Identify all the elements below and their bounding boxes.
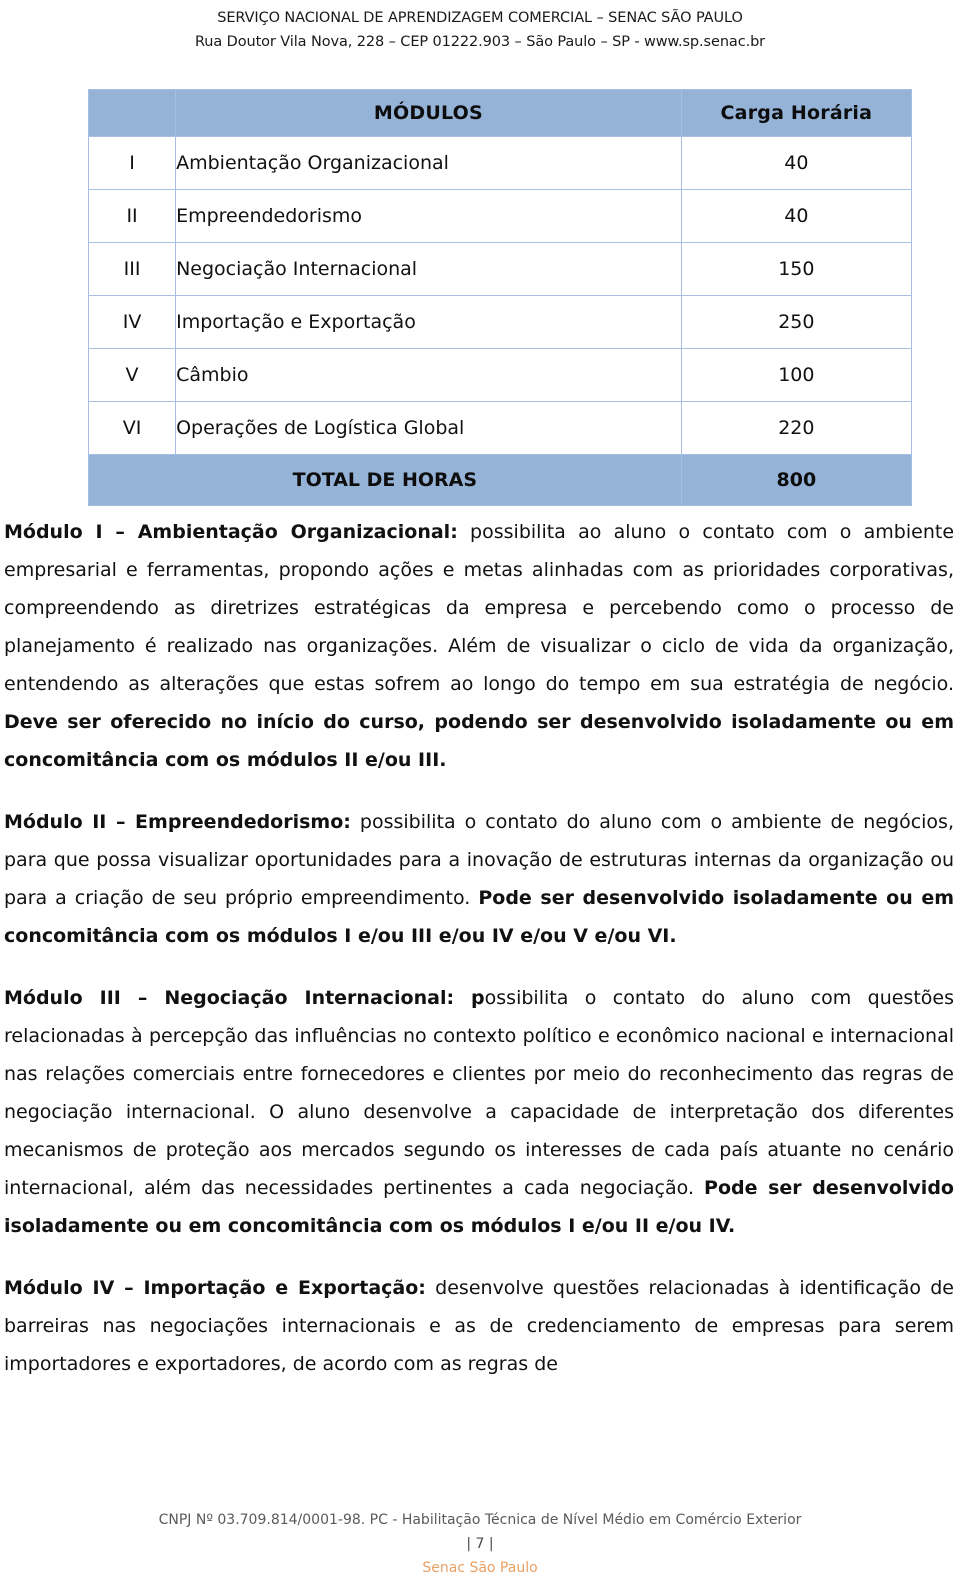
modulo-1-bold-tail: Deve ser oferecido no início do curso, p… — [4, 711, 954, 771]
modulo-4-title: Módulo IV – Importação e Exportação: — [4, 1277, 426, 1299]
paragraph-modulo-2: Módulo II – Empreendedorismo: possibilit… — [4, 803, 954, 955]
module-name: Câmbio — [175, 348, 682, 402]
module-name: Operações de Logística Global — [175, 401, 682, 455]
paragraph-modulo-1: Módulo I – Ambientação Organizacional: p… — [4, 513, 954, 779]
modulo-1-title: Módulo I – Ambientação Organizacional: — [4, 521, 458, 543]
module-hours: 250 — [680, 295, 913, 349]
paragraph-modulo-3: Módulo III – Negociação Internacional: p… — [4, 979, 954, 1245]
footer-cnpj-line: CNPJ Nº 03.709.814/0001-98. PC - Habilit… — [158, 1512, 802, 1528]
module-hours: 40 — [680, 136, 913, 190]
table-row: IV Importação e Exportação 250 — [87, 295, 913, 349]
document-header: SERVIÇO NACIONAL DE APRENDIZAGEM COMERCI… — [0, 6, 960, 54]
modulo-3-title: Módulo III – Negociação Internacional: p — [4, 987, 485, 1009]
module-hours: 40 — [680, 189, 913, 243]
module-descriptions: Módulo I – Ambientação Organizacional: p… — [4, 513, 954, 1383]
module-name: Importação e Exportação — [175, 295, 682, 349]
header-address-line: Rua Doutor Vila Nova, 228 – CEP 01222.90… — [194, 34, 766, 50]
module-hours: 220 — [680, 401, 913, 455]
module-hours: 150 — [680, 242, 913, 296]
table-row: I Ambientação Organizacional 40 — [87, 136, 913, 190]
module-roman: III — [87, 242, 177, 296]
table-row: VI Operações de Logística Global 220 — [87, 401, 913, 455]
column-header-roman — [87, 89, 177, 137]
footer-page-number: | 7 | — [466, 1536, 494, 1552]
module-name: Negociação Internacional — [175, 242, 682, 296]
module-name: Empreendedorismo — [175, 189, 682, 243]
module-roman: I — [87, 136, 177, 190]
module-roman: II — [87, 189, 177, 243]
column-header-workload: Carga Horária — [680, 89, 913, 137]
modulo-3-body: ossibilita o contato do aluno com questõ… — [4, 987, 954, 1199]
module-name: Ambientação Organizacional — [175, 136, 682, 190]
modules-workload-table: MÓDULOS Carga Horária I Ambientação Orga… — [87, 89, 913, 506]
table-header-row: MÓDULOS Carga Horária — [87, 89, 913, 137]
module-roman: IV — [87, 295, 177, 349]
header-organization-name: SERVIÇO NACIONAL DE APRENDIZAGEM COMERCI… — [217, 10, 743, 26]
module-roman: V — [87, 348, 177, 402]
table-total-row: TOTAL DE HORAS 800 — [88, 454, 913, 506]
table-row: II Empreendedorismo 40 — [87, 189, 913, 243]
paragraph-modulo-4: Módulo IV – Importação e Exportação: des… — [4, 1269, 954, 1383]
module-hours: 100 — [680, 348, 913, 402]
total-hours-value: 800 — [680, 454, 913, 506]
column-header-modules: MÓDULOS — [175, 89, 682, 137]
modulo-2-title: Módulo II – Empreendedorismo: — [4, 811, 351, 833]
modulo-1-body: possibilita ao aluno o contato com o amb… — [4, 521, 955, 695]
document-footer: CNPJ Nº 03.709.814/0001-98. PC - Habilit… — [0, 1508, 960, 1580]
table-row: III Negociação Internacional 150 — [87, 242, 913, 296]
footer-brand-link[interactable]: Senac São Paulo — [0, 1556, 960, 1580]
table-row: V Câmbio 100 — [87, 348, 913, 402]
total-hours-label: TOTAL DE HORAS — [88, 454, 682, 506]
module-roman: VI — [87, 401, 177, 455]
